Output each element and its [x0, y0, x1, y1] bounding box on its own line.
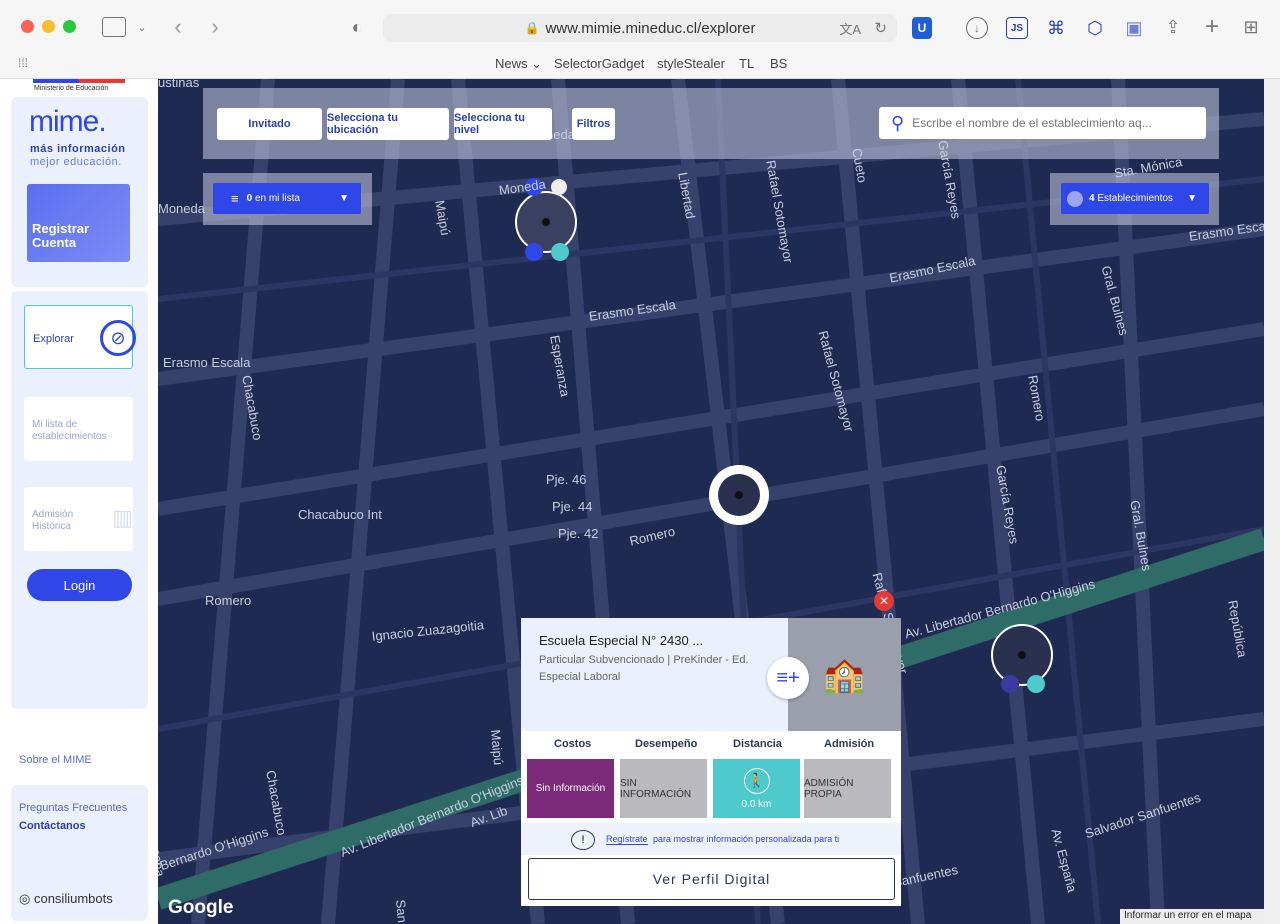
guest-button[interactable]: Invitado: [217, 108, 322, 140]
search-icon: ⚲: [891, 112, 905, 133]
walking-icon: 🚶: [743, 767, 770, 794]
close-popup-icon[interactable]: ✕: [874, 591, 894, 611]
maximize-window-button[interactable]: [63, 20, 76, 33]
new-tab-icon[interactable]: +: [1201, 13, 1223, 40]
school-name[interactable]: Escuela Especial N° 2430 ...: [539, 633, 703, 648]
my-list-dropdown[interactable]: ≡ 0 en mi lista ▼: [213, 183, 361, 214]
ministry-flag: [33, 79, 125, 83]
header-costs: Costos: [554, 738, 592, 750]
header-distance: Distancia: [733, 738, 782, 750]
street-label: Romero: [205, 593, 252, 608]
caret-down-icon: ▼: [1187, 193, 1197, 204]
distance-tile[interactable]: 🚶 0.0 km: [713, 759, 800, 818]
nav-card: Explorar ⊘ Mi lista de establecimientos …: [11, 291, 148, 709]
translate-icon[interactable]: 文A: [839, 19, 861, 38]
register-link[interactable]: Regístrate: [606, 834, 648, 845]
cube-icon[interactable]: ⬡: [1084, 17, 1106, 39]
header-admission: Admisión: [824, 738, 875, 750]
window-icon[interactable]: ▣: [1123, 17, 1145, 39]
download-icon[interactable]: ↓: [966, 17, 988, 39]
ministry-label: Ministerio de Educación: [34, 85, 109, 92]
share-icon[interactable]: ⇪: [1162, 16, 1184, 38]
select-level-button[interactable]: Selecciona tu nivel: [454, 108, 552, 140]
compass-icon: ⊘: [100, 320, 136, 356]
establishments-dropdown[interactable]: 4 Establecimientos ▼: [1061, 183, 1209, 214]
street-label: Erasmo Escala: [163, 355, 251, 370]
search-input[interactable]: [912, 116, 1173, 130]
chevron-down-icon[interactable]: ⌄: [135, 17, 149, 37]
forward-icon[interactable]: ›: [205, 14, 225, 39]
street-label: Chacabuco Int: [298, 507, 382, 522]
minimize-window-button[interactable]: [42, 20, 55, 33]
reload-icon[interactable]: ↻: [874, 19, 887, 37]
shield-icon[interactable]: ◐: [346, 16, 368, 38]
bookmark-selectorgadget[interactable]: SelectorGadget: [554, 56, 644, 71]
admission-tile[interactable]: ADMISIÓN PROPIA: [804, 759, 891, 818]
scrollbar[interactable]: [1264, 79, 1280, 924]
address-bar[interactable]: 🔒 www.mimie.mineduc.cl/explorer 文A ↻: [383, 14, 897, 42]
school-pin-icon: [1067, 190, 1083, 207]
back-icon[interactable]: ‹: [168, 14, 188, 39]
performance-tile[interactable]: SIN INFORMACIÓN: [620, 759, 707, 818]
browser-toolbar: ⌄ ‹ › ◐ 🔒 www.mimie.mineduc.cl/explorer …: [0, 0, 1280, 79]
street-label: Pje. 46: [546, 472, 587, 487]
street-label: Maipú: [488, 729, 507, 766]
tagline-2: mejor educación.: [30, 156, 122, 168]
bookmark-bs[interactable]: BS: [770, 56, 787, 71]
street-label: Pje. 44: [552, 499, 593, 514]
bitwarden-icon[interactable]: U: [912, 17, 932, 39]
filters-button[interactable]: Filtros: [572, 108, 615, 140]
mime-logo: mime.: [29, 105, 107, 138]
register-note-text: para mostrar información personalizada p…: [653, 834, 840, 844]
login-button[interactable]: Login: [27, 569, 132, 601]
info-icon: !: [571, 830, 595, 850]
close-window-button[interactable]: [21, 20, 34, 33]
apps-grid-icon[interactable]: ⁞⁞⁞: [14, 55, 32, 71]
google-logo: Google: [168, 897, 234, 918]
nav-admission-history[interactable]: Admisión Histórica ▥: [24, 487, 133, 551]
contact-link[interactable]: Contáctanos: [19, 820, 86, 832]
tab-overview-icon[interactable]: ⊞: [1240, 16, 1262, 38]
street-label: ustinas: [158, 79, 200, 90]
consiliumbots-logo: ◎ consiliumbots: [19, 891, 113, 906]
caret-down-icon: ▼: [339, 193, 349, 204]
select-location-button[interactable]: Selecciona tu ubicación: [327, 108, 449, 140]
command-icon[interactable]: ⌘: [1045, 17, 1067, 39]
nav-explore[interactable]: Explorar ⊘: [24, 305, 136, 369]
school-description: Particular Subvencionado | PreKinder - E…: [539, 654, 749, 683]
lock-icon: 🔒: [524, 21, 540, 35]
bookmark-tl[interactable]: TL: [739, 56, 754, 71]
sidebar: Ministerio de Educación mime. más inform…: [0, 79, 158, 924]
search-box[interactable]: ⚲: [879, 107, 1206, 139]
register-note: ! Regístrate para mostrar información pe…: [521, 823, 901, 855]
register-account-button[interactable]: Registrar Cuenta: [27, 184, 130, 262]
sidebar-toggle-icon[interactable]: [102, 17, 126, 37]
add-to-list-icon[interactable]: ≡+: [767, 657, 809, 699]
bookmark-news[interactable]: News ⌄: [495, 56, 542, 72]
bookmark-stylestealer[interactable]: styleStealer: [657, 56, 725, 71]
cost-tile[interactable]: Sin Información: [527, 759, 614, 818]
header-performance: Desempeño: [635, 738, 698, 750]
street-label: Pje. 42: [558, 526, 599, 541]
street-label: Moneda: [158, 201, 205, 216]
brand-card: mime. más información mejor educación. R…: [11, 97, 148, 287]
report-map-error-link[interactable]: Informar un error en el mapa: [1120, 909, 1264, 924]
nav-my-list[interactable]: Mi lista de establecimientos: [24, 397, 133, 461]
help-card: Preguntas Frecuentes Contáctanos ◎ consi…: [11, 785, 148, 921]
faq-link[interactable]: Preguntas Frecuentes: [19, 802, 127, 814]
view-digital-profile-button[interactable]: Ver Perfil Digital: [528, 858, 895, 900]
bar-chart-icon: ▥: [112, 505, 133, 530]
about-link[interactable]: Sobre el MIME: [19, 754, 92, 766]
js-icon[interactable]: JS: [1006, 17, 1028, 39]
tagline-1: más información: [30, 143, 126, 155]
url-text: www.mimie.mineduc.cl/explorer: [545, 19, 756, 37]
list-check-icon: ≡: [231, 191, 239, 206]
